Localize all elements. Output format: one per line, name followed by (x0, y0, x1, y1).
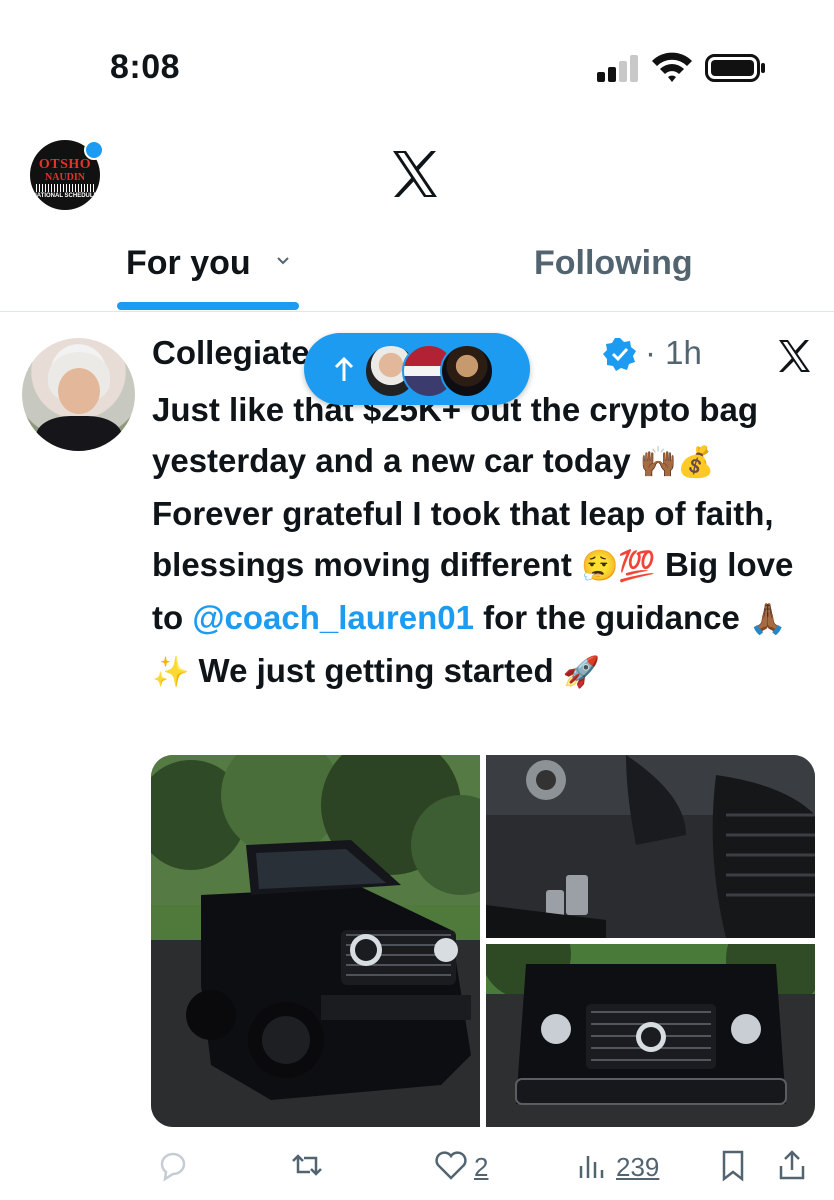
bookmark-icon (722, 1150, 744, 1182)
views-chart-icon (579, 1156, 604, 1178)
reply-icon (160, 1152, 186, 1182)
brand-mid-text: NAUDIN (45, 172, 85, 183)
barcode-graphic (36, 184, 94, 192)
media-image-car-interior[interactable] (486, 755, 815, 938)
rocket-emoji: 🚀 (562, 655, 601, 690)
header-divider (0, 311, 834, 312)
cellular-signal-icon (597, 54, 641, 82)
exhale-hundred-emoji: 😮‍💨💯 (581, 549, 656, 584)
battery-icon (705, 54, 765, 82)
post-media-grid (151, 755, 815, 1127)
arrow-up-icon (334, 356, 354, 381)
post-timestamp[interactable]: · 1h (645, 334, 702, 372)
raised-hands-money-bag-emoji: 🙌🏾💰 (639, 445, 715, 480)
post-text-part: for the guidance (473, 599, 750, 636)
heart-icon (435, 1151, 467, 1180)
share-icon (779, 1150, 805, 1180)
post-text-part: We just getting started (189, 652, 563, 689)
views-button[interactable] (576, 1148, 610, 1188)
like-button[interactable] (434, 1148, 468, 1188)
verified-badge-icon (603, 338, 636, 371)
media-image-car-front[interactable] (486, 944, 815, 1127)
grok-x-icon[interactable] (776, 338, 812, 374)
like-count[interactable]: 2 (474, 1152, 488, 1183)
post-text: Just like that $25K+ out the crypto bag … (152, 384, 822, 698)
post-mention-link[interactable]: @coach_lauren01 (192, 599, 474, 636)
wifi-icon (652, 52, 692, 82)
post-author-avatar[interactable] (22, 338, 135, 451)
chevron-down-icon[interactable] (276, 254, 290, 268)
brand-top-text: OTSHO (38, 157, 92, 172)
retweet-icon (292, 1154, 322, 1176)
views-count[interactable]: 239 (616, 1152, 659, 1183)
notification-dot (84, 140, 104, 160)
media-image-car-exterior[interactable] (151, 755, 480, 1127)
new-post-avatar (440, 344, 494, 398)
reply-button[interactable] (156, 1148, 190, 1188)
x-logo-icon[interactable] (389, 148, 441, 200)
active-tab-indicator (117, 302, 299, 310)
new-posts-pill[interactable] (304, 333, 530, 405)
share-button[interactable] (775, 1148, 809, 1188)
post-action-bar: 2 239 (0, 1148, 834, 1188)
tab-for-you[interactable]: For you (126, 244, 251, 283)
bookmark-button[interactable] (716, 1148, 750, 1188)
status-time: 8:08 (110, 48, 181, 86)
retweet-button[interactable] (290, 1148, 324, 1188)
tab-following[interactable]: Following (534, 244, 693, 283)
brand-bottom-text: NATIONAL SCHEDULE (32, 193, 98, 199)
